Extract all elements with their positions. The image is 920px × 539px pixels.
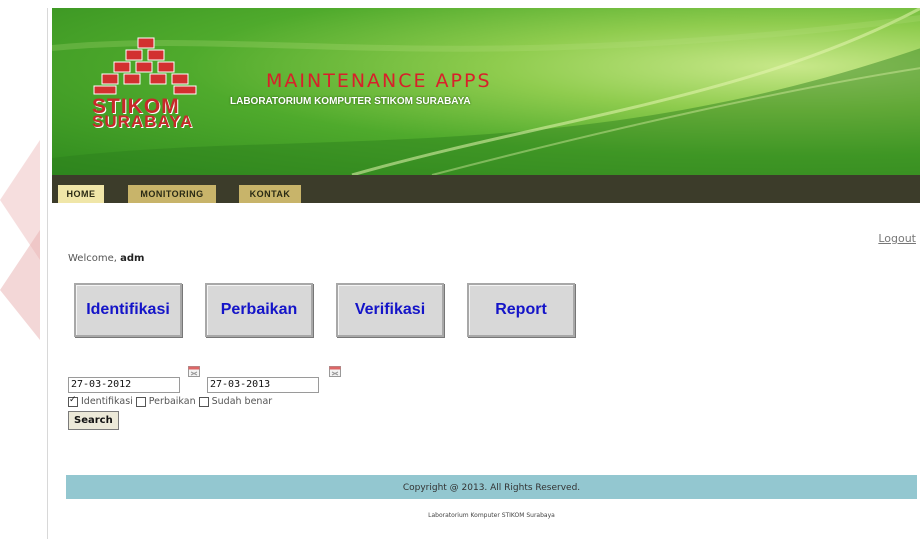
calendar-icon[interactable] (188, 366, 200, 377)
welcome-message: Welcome, adm (68, 253, 144, 264)
header-banner: STIKOM SURABAYA MAINTENANCE APPS LABORAT… (52, 8, 920, 175)
page-container: STIKOM SURABAYA MAINTENANCE APPS LABORAT… (47, 8, 920, 539)
perbaikan-checkbox-label: Perbaikan (148, 396, 196, 407)
app-title: MAINTENANCE APPS (266, 70, 492, 92)
perbaikan-button[interactable]: Perbaikan (205, 283, 313, 337)
verifikasi-button[interactable]: Verifikasi (336, 283, 444, 337)
footer-subtext: Laboratorium Komputer STIKOM Surabaya (428, 512, 555, 519)
identifikasi-checkbox-label: Identifikasi (81, 396, 133, 407)
identifikasi-button[interactable]: Identifikasi (74, 283, 182, 337)
identifikasi-checkbox[interactable] (68, 395, 78, 407)
logout-link[interactable]: Logout (878, 232, 916, 245)
welcome-prefix: Welcome, (68, 253, 117, 264)
welcome-username: adm (120, 253, 145, 264)
footer-bar: Copyright @ 2013. All Rights Reserved. (66, 475, 917, 499)
sudah-benar-checkbox[interactable] (198, 396, 209, 407)
sudah-benar-checkbox-label: Sudah benar (211, 396, 273, 407)
tab-home[interactable]: HOME (58, 185, 104, 203)
tab-monitoring[interactable]: MONITORING (128, 185, 216, 203)
nav-bar: HOME MONITORING KONTAK (52, 175, 920, 203)
search-button[interactable]: Search (68, 411, 119, 430)
date-to-input[interactable]: 27-03-2013 (207, 377, 319, 393)
side-watermark-shape (0, 140, 40, 340)
app-subtitle: LABORATORIUM KOMPUTER STIKOM SURABAYA (230, 96, 471, 107)
perbaikan-checkbox[interactable] (135, 396, 146, 407)
copyright-text: Copyright @ 2013. All Rights Reserved. (402, 483, 581, 493)
date-from-input[interactable]: 27-03-2012 (68, 377, 180, 393)
logo-text-surabaya: SURABAYA (92, 112, 194, 131)
tab-kontak[interactable]: KONTAK (239, 185, 301, 203)
calendar-icon[interactable] (329, 366, 341, 377)
status-filter-group: Identifikasi Perbaikan Sudah benar (68, 395, 273, 407)
report-button[interactable]: Report (467, 283, 575, 337)
